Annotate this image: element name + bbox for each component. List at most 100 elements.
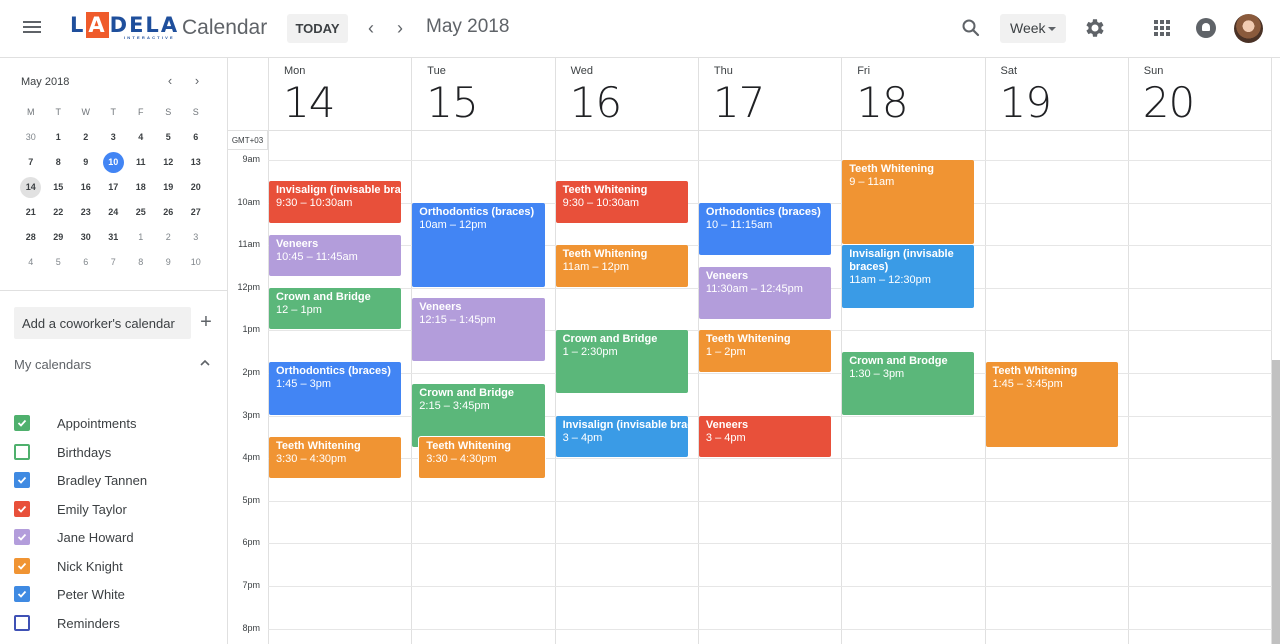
mini-calendar-day[interactable]: 1 (127, 227, 155, 252)
ladela-logo[interactable]: L A DELA INTERACTIVE (70, 12, 179, 44)
calendar-event[interactable]: Teeth Whitening 11am – 12pm (555, 245, 688, 287)
mini-calendar-day[interactable]: 30 (17, 127, 45, 152)
mini-calendar-day[interactable]: 24 (100, 202, 128, 227)
calendar-item-jane-howard[interactable]: Jane Howard (0, 523, 227, 552)
calendar-event[interactable]: Teeth Whitening 1 – 2pm (698, 330, 832, 372)
calendar-checkbox[interactable] (14, 472, 30, 488)
mini-calendar-day[interactable]: 4 (17, 252, 45, 277)
calendar-event[interactable]: Invisalign (invisable braces)9:30 – 10:3… (269, 181, 402, 223)
day-number[interactable]: 17 (713, 78, 765, 127)
mini-calendar-next-button[interactable]: › (189, 73, 205, 89)
calendar-checkbox[interactable] (14, 500, 30, 517)
mini-calendar-selected-day[interactable]: 14 (17, 177, 45, 202)
mini-calendar-day[interactable]: 12 (155, 152, 183, 177)
mini-calendar-day[interactable]: 5 (155, 127, 183, 152)
day-number[interactable]: 16 (570, 78, 622, 127)
mini-calendar-day[interactable]: 13 (182, 152, 210, 177)
add-calendar-button[interactable]: + (197, 312, 215, 332)
main-menu-button[interactable] (20, 18, 44, 40)
apps-grid-button[interactable] (1154, 20, 1170, 36)
calendar-checkbox[interactable] (14, 586, 30, 602)
calendar-item-bradley-tannen[interactable]: Bradley Tannen (0, 466, 227, 495)
day-number[interactable]: 19 (1000, 78, 1052, 127)
calendar-checkbox[interactable] (14, 614, 30, 631)
mini-calendar-day[interactable]: 27 (182, 202, 210, 227)
calendar-checkbox[interactable] (14, 443, 30, 460)
search-button[interactable] (960, 17, 982, 39)
calendar-item-appointments[interactable]: Appointments (0, 409, 227, 438)
calendar-item-birthdays[interactable]: Birthdays (0, 438, 227, 467)
previous-week-button[interactable]: ‹ (361, 17, 381, 39)
mini-calendar-day[interactable]: 17 (100, 177, 128, 202)
mini-calendar-day[interactable]: 21 (17, 202, 45, 227)
mini-calendar-day[interactable]: 1 (45, 127, 73, 152)
mini-calendar-day[interactable]: 29 (45, 227, 73, 252)
calendar-event[interactable]: Teeth Whitening 1:45 – 3:45pm (985, 362, 1118, 447)
calendar-event[interactable]: Invisalign (invisable braces)3 – 4pm (555, 415, 688, 458)
mini-calendar-day[interactable]: 25 (127, 202, 155, 227)
mini-calendar-day[interactable]: 15 (45, 177, 73, 202)
mini-calendar-day[interactable]: 11 (127, 152, 155, 177)
mini-calendar-day[interactable]: 16 (72, 177, 100, 202)
today-button[interactable]: TODAY (287, 14, 348, 43)
calendar-event[interactable]: Teeth Whitening 9 – 11am (842, 160, 975, 245)
calendar-checkbox[interactable] (14, 557, 30, 574)
mini-calendar-day[interactable]: 2 (155, 227, 183, 252)
mini-calendar-day[interactable]: 20 (182, 177, 210, 202)
mini-calendar-day[interactable]: 9 (155, 252, 183, 277)
mini-calendar-day[interactable]: 6 (182, 127, 210, 152)
mini-calendar-day[interactable]: 10 (182, 252, 210, 277)
mini-calendar-today[interactable]: 10 (100, 152, 128, 177)
calendar-event[interactable]: Orthodontics (braces) 1:45 – 3pm (269, 362, 402, 415)
mini-calendar-day[interactable]: 3 (100, 127, 128, 152)
calendar-event[interactable]: Teeth Whitening 3:30 – 4:30pm (269, 436, 402, 479)
day-number[interactable]: 15 (426, 78, 478, 127)
mini-calendar-day[interactable]: 2 (72, 127, 100, 152)
mini-calendar-day[interactable]: 18 (127, 177, 155, 202)
settings-button[interactable] (1083, 16, 1107, 40)
mini-calendar-day[interactable]: 30 (72, 227, 100, 252)
calendar-event[interactable]: Veneers 12:15 – 1:45pm (412, 298, 545, 362)
calendar-event[interactable]: Veneers 11:30am – 12:45pm (698, 266, 832, 319)
mini-calendar-day[interactable]: 8 (45, 152, 73, 177)
grid-scrollbar[interactable] (1272, 360, 1280, 644)
calendar-event[interactable]: Veneers 10:45 – 11:45am (269, 234, 402, 277)
calendar-event[interactable]: Crown and Brodge 1:30 – 3pm (842, 351, 975, 415)
mini-calendar-day[interactable]: 19 (155, 177, 183, 202)
calendar-item-emily-taylor[interactable]: Emily Taylor (0, 495, 227, 524)
calendar-item-nick-knight[interactable]: Nick Knight (0, 552, 227, 581)
calendar-checkbox[interactable] (14, 529, 30, 545)
mini-calendar-day[interactable]: 9 (72, 152, 100, 177)
mini-calendar-day[interactable]: 26 (155, 202, 183, 227)
mini-calendar-day[interactable]: 7 (17, 152, 45, 177)
calendar-event[interactable]: Teeth Whitening 3:30 – 4:30pm (419, 436, 545, 479)
mini-calendar-day[interactable]: 8 (127, 252, 155, 277)
calendar-event[interactable]: Veneers 3 – 4pm (698, 415, 832, 458)
calendar-event[interactable]: Teeth Whitening 9:30 – 10:30am (555, 181, 688, 223)
calendar-event[interactable]: Crown and Bridge 1 – 2:30pm (555, 330, 688, 394)
calendar-event[interactable]: Orthodontics (braces) 10 – 11:15am (698, 202, 832, 255)
day-number[interactable]: 14 (283, 78, 335, 127)
mini-calendar-day[interactable]: 4 (127, 127, 155, 152)
mini-calendar-day[interactable]: 6 (72, 252, 100, 277)
collapse-my-calendars-button[interactable] (198, 356, 212, 370)
mini-calendar-day[interactable]: 7 (100, 252, 128, 277)
mini-calendar-day[interactable]: 3 (182, 227, 210, 252)
calendar-item-peter-white[interactable]: Peter White (0, 580, 227, 609)
mini-calendar-day[interactable]: 22 (45, 202, 73, 227)
day-number[interactable]: 20 (1143, 78, 1195, 127)
day-number[interactable]: 18 (856, 78, 908, 127)
user-avatar[interactable] (1234, 14, 1263, 43)
mini-calendar-day[interactable]: 5 (45, 252, 73, 277)
view-selector[interactable]: Week (1000, 14, 1066, 43)
calendar-event[interactable]: Crown and Bridge 12 – 1pm (269, 287, 402, 330)
mini-calendar-day[interactable]: 31 (100, 227, 128, 252)
calendar-checkbox[interactable] (14, 415, 30, 431)
mini-calendar-day[interactable]: 23 (72, 202, 100, 227)
calendar-event[interactable]: Orthodontics (braces) 10am – 12pm (412, 202, 545, 287)
next-week-button[interactable]: › (390, 17, 410, 39)
notifications-bell-icon[interactable] (1196, 18, 1216, 38)
mini-calendar-prev-button[interactable]: ‹ (162, 73, 178, 89)
add-coworker-calendar-input[interactable] (14, 307, 191, 339)
calendar-event[interactable]: Invisalign (invisable braces) 11am – 12:3… (842, 245, 975, 309)
